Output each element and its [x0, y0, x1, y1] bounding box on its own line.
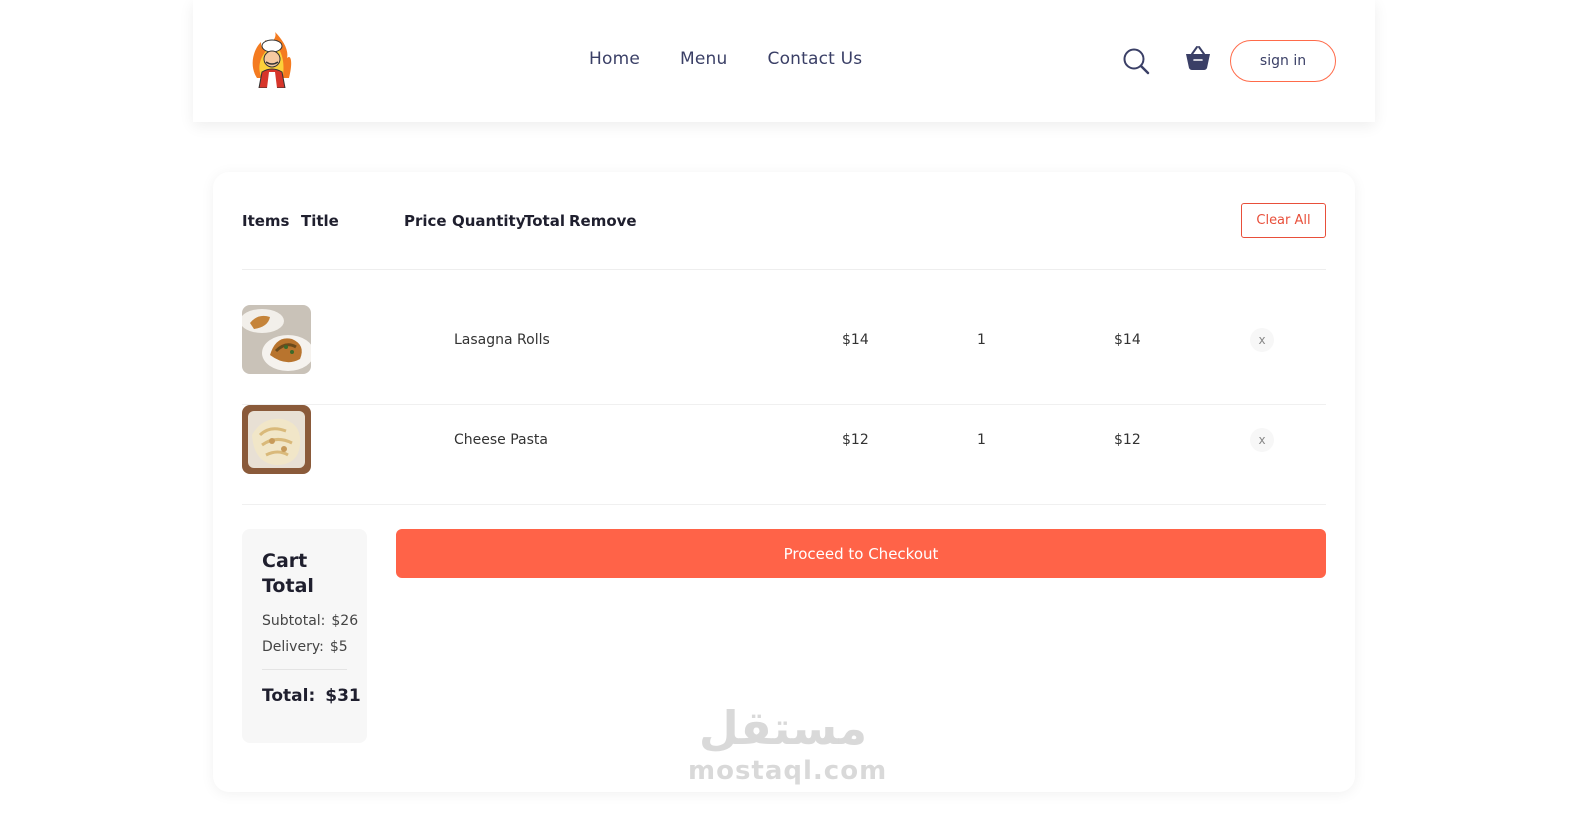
subtotal-label: Subtotal: [262, 613, 326, 629]
total-value: $31 [325, 686, 361, 706]
search-icon[interactable] [1122, 47, 1150, 75]
item-price: $14 [842, 332, 869, 348]
delivery-label: Delivery: [262, 639, 324, 655]
checkout-button[interactable]: Proceed to Checkout [396, 529, 1326, 578]
sign-in-button[interactable]: sign in [1230, 40, 1336, 82]
delivery-line: Delivery: $5 [262, 639, 348, 655]
cart-card: Items Title Price Quantity Total Remove … [213, 172, 1355, 792]
cart-row: Cheese Pasta $12 1 $12 x [242, 405, 1326, 505]
item-total: $14 [1114, 332, 1141, 348]
col-quantity: Quantity [452, 212, 526, 230]
col-title: Title [301, 212, 339, 230]
grand-total-line: Total: $31 [262, 686, 361, 706]
cheese-pasta-image [242, 405, 311, 474]
cart-total-heading: Cart Total [262, 550, 314, 597]
totals-divider [262, 669, 347, 670]
watermark-latin: mostaql.com [688, 756, 888, 786]
subtotal-line: Subtotal: $26 [262, 613, 358, 629]
item-total: $12 [1114, 432, 1141, 448]
item-quantity: 1 [977, 332, 986, 348]
nav-contact-us[interactable]: Contact Us [768, 49, 863, 69]
col-items: Items [242, 212, 290, 230]
delivery-value: $5 [329, 639, 348, 655]
col-remove: Remove [569, 212, 637, 230]
item-quantity: 1 [977, 432, 986, 448]
col-price: Price [404, 212, 447, 230]
cart-total-panel: Cart Total Subtotal: $26 Delivery: $5 Tota… [242, 529, 367, 743]
subtotal-value: $26 [331, 613, 359, 629]
lasagna-rolls-image [242, 305, 311, 374]
remove-item-button[interactable]: x [1250, 328, 1274, 352]
remove-item-button[interactable]: x [1250, 428, 1274, 452]
main-nav: Home Menu Contact Us [589, 49, 862, 69]
clear-all-button[interactable]: Clear All [1241, 203, 1326, 238]
nav-menu[interactable]: Menu [680, 49, 727, 69]
watermark: مستقل mostaql.com [688, 700, 888, 786]
col-total: Total [524, 212, 565, 230]
item-title: Cheese Pasta [454, 432, 548, 448]
chef-logo[interactable] [247, 32, 297, 88]
cart-table-header: Items Title Price Quantity Total Remove … [242, 203, 1326, 270]
site-header: Home Menu Contact Us sign in [193, 0, 1375, 122]
item-price: $12 [842, 432, 869, 448]
total-label: Total: [262, 686, 316, 706]
basket-icon[interactable] [1184, 44, 1212, 72]
item-title: Lasagna Rolls [454, 332, 550, 348]
nav-home[interactable]: Home [589, 49, 640, 69]
cart-row: Lasagna Rolls $14 1 $14 x [242, 305, 1326, 405]
watermark-arabic: مستقل [698, 701, 868, 755]
